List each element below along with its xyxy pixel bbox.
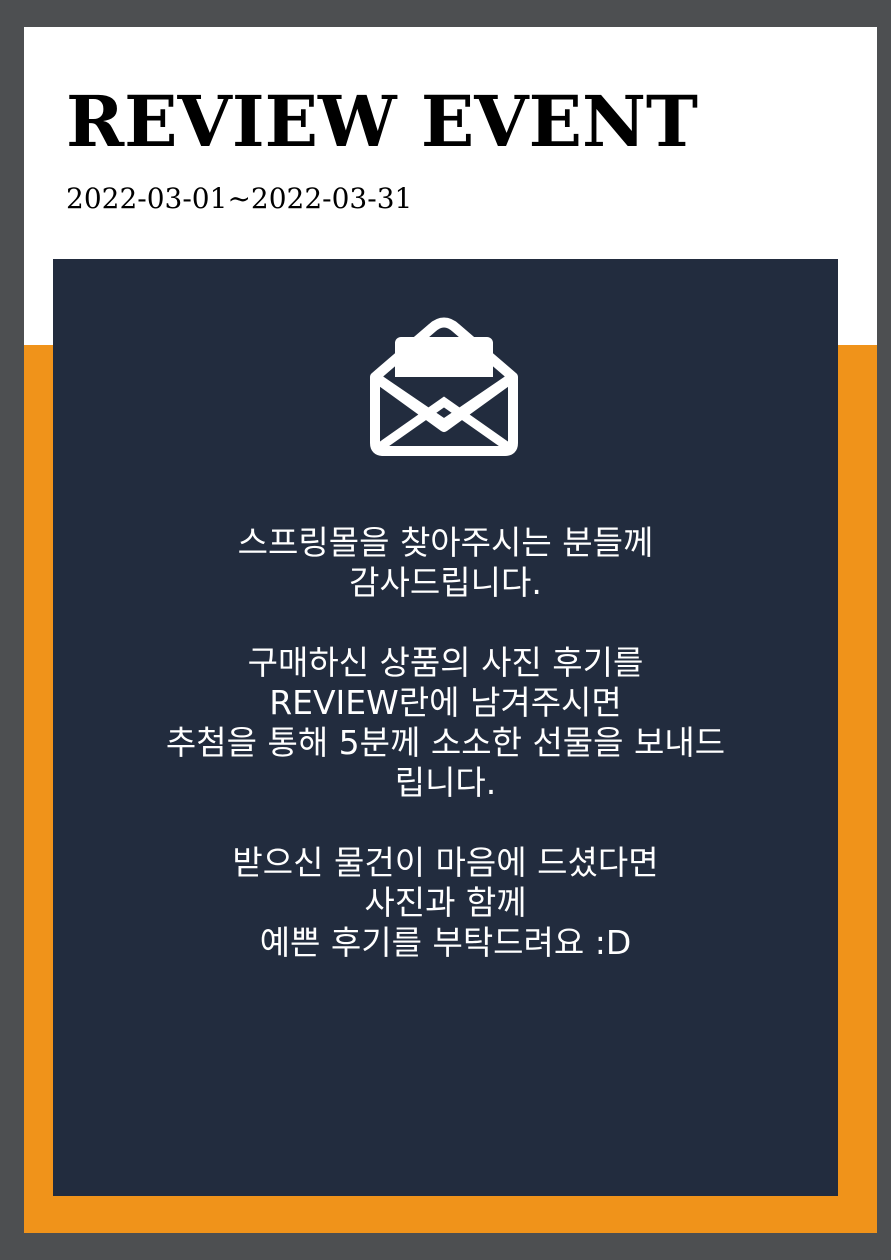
- message-line: 사진과 함께: [364, 883, 527, 922]
- message-line: 스프링몰을 찾아주시는 분들께: [237, 523, 654, 562]
- message-line: 구매하신 상품의 사진 후기를: [247, 643, 644, 682]
- message-panel: 스프링몰을 찾아주시는 분들께 감사드립니다. 구매하신 상품의 사진 후기를 …: [53, 259, 838, 1196]
- message-paragraph-1: 스프링몰을 찾아주시는 분들께 감사드립니다.: [93, 523, 798, 603]
- message-paragraph-2: 구매하신 상품의 사진 후기를 REVIEW란에 남겨주시면 추첨을 통해 5분…: [93, 643, 798, 803]
- open-envelope-icon: [370, 317, 518, 456]
- message-line: 감사드립니다.: [349, 563, 542, 602]
- message-paragraph-3: 받으신 물건이 마음에 드셨다면 사진과 함께 예쁜 후기를 부탁드려요 :D: [93, 843, 798, 963]
- event-card: REVIEW EVENT 2022-03-01~2022-03-31 스프링몰을…: [24, 27, 877, 1233]
- message-line: 추첨을 통해 5분께 소소한 선물을 보내드: [165, 723, 726, 762]
- message-line: 예쁜 후기를 부탁드려요 :D: [259, 923, 632, 962]
- message-line: 받으신 물건이 마음에 드셨다면: [232, 843, 659, 882]
- message-line: REVIEW란에 남겨주시면: [269, 683, 622, 722]
- event-message: 스프링몰을 찾아주시는 분들께 감사드립니다. 구매하신 상품의 사진 후기를 …: [93, 523, 798, 963]
- event-title: REVIEW EVENT: [66, 80, 699, 163]
- message-line: 립니다.: [394, 763, 497, 802]
- event-period: 2022-03-01~2022-03-31: [66, 182, 413, 215]
